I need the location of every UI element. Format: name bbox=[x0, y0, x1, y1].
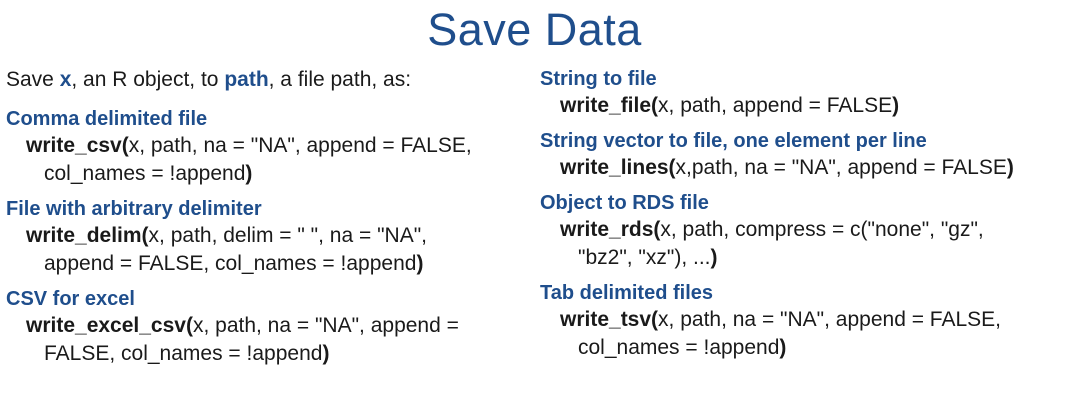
intro-middle: , an R object, to bbox=[71, 68, 225, 91]
function-close-paren: ) bbox=[245, 162, 253, 185]
function-args-line2: col_names = !append bbox=[44, 162, 246, 185]
section-write-delim: File with arbitrary delimiter write_deli… bbox=[6, 196, 511, 278]
section-heading: CSV for excel bbox=[6, 288, 135, 310]
function-close-paren: ) bbox=[416, 252, 424, 275]
function-signature: write_file(x, path, append = FALSE) bbox=[540, 92, 1065, 120]
function-args-line2: col_names = !append bbox=[578, 336, 780, 359]
function-args-line1: x, path, append = FALSE bbox=[658, 94, 893, 117]
function-signature: write_csv(x, path, na = "NA", append = F… bbox=[6, 132, 511, 188]
intro-prefix: Save bbox=[6, 68, 60, 91]
section-heading: String vector to file, one element per l… bbox=[540, 130, 927, 152]
section-heading: Object to RDS file bbox=[540, 192, 709, 214]
function-args-line2: FALSE, col_names = !append bbox=[44, 342, 323, 365]
section-write-csv: Comma delimited file write_csv(x, path, … bbox=[6, 106, 511, 188]
function-args-line2: append = FALSE, col_names = !append bbox=[44, 252, 417, 275]
function-close-paren: ) bbox=[779, 336, 787, 359]
function-name: write_rds( bbox=[560, 218, 661, 241]
section-write-lines: String vector to file, one element per l… bbox=[540, 128, 1065, 182]
section-heading: File with arbitrary delimiter bbox=[6, 198, 262, 220]
function-name: write_delim( bbox=[26, 224, 149, 247]
function-args-line1: x, path, na = "NA", append = FALSE, bbox=[128, 134, 472, 157]
function-name: write_csv( bbox=[26, 134, 129, 157]
function-name: write_tsv( bbox=[560, 308, 659, 331]
function-close-paren: ) bbox=[322, 342, 330, 365]
left-column: Save x, an R object, to path, a file pat… bbox=[6, 66, 511, 376]
section-write-tsv: Tab delimited files write_tsv(x, path, n… bbox=[540, 280, 1065, 362]
section-write-rds: Object to RDS file write_rds(x, path, co… bbox=[540, 190, 1065, 272]
function-close-paren: ) bbox=[1006, 156, 1014, 179]
intro-suffix: , a file path, as: bbox=[268, 68, 412, 91]
section-heading: Tab delimited files bbox=[540, 282, 713, 304]
section-write-excel-csv: CSV for excel write_excel_csv(x, path, n… bbox=[6, 286, 511, 368]
function-signature: write_lines(x,path, na = "NA", append = … bbox=[540, 154, 1065, 182]
function-name: write_excel_csv( bbox=[26, 314, 193, 337]
function-args-line1: x, path, delim = " ", na = "NA", bbox=[148, 224, 427, 247]
function-signature: write_rds(x, path, compress = c("none", … bbox=[540, 216, 1065, 272]
function-signature: write_excel_csv(x, path, na = "NA", appe… bbox=[6, 312, 511, 368]
intro-x: x bbox=[59, 68, 72, 91]
intro-path: path bbox=[224, 68, 269, 91]
function-close-paren: ) bbox=[710, 246, 718, 269]
function-args-line1: x, path, na = "NA", append = bbox=[192, 314, 459, 337]
page-title: Save Data bbox=[427, 4, 642, 55]
function-args-line1: x, path, compress = c("none", "gz", bbox=[660, 218, 984, 241]
function-args-line2: "bz2", "xz"), ... bbox=[578, 246, 711, 269]
function-name: write_file( bbox=[560, 94, 659, 117]
section-heading: Comma delimited file bbox=[6, 108, 208, 130]
section-heading: String to file bbox=[540, 68, 657, 90]
function-args-line1: x,path, na = "NA", append = FALSE bbox=[675, 156, 1007, 179]
function-signature: write_tsv(x, path, na = "NA", append = F… bbox=[540, 306, 1065, 362]
function-close-paren: ) bbox=[892, 94, 900, 117]
section-write-file: String to file write_file(x, path, appen… bbox=[540, 66, 1065, 120]
function-args-line1: x, path, na = "NA", append = FALSE, bbox=[658, 308, 1002, 331]
right-column: String to file write_file(x, path, appen… bbox=[540, 66, 1065, 370]
function-signature: write_delim(x, path, delim = " ", na = "… bbox=[6, 222, 511, 278]
function-name: write_lines( bbox=[560, 156, 676, 179]
intro-text: Save x, an R object, to path, a file pat… bbox=[6, 66, 511, 94]
